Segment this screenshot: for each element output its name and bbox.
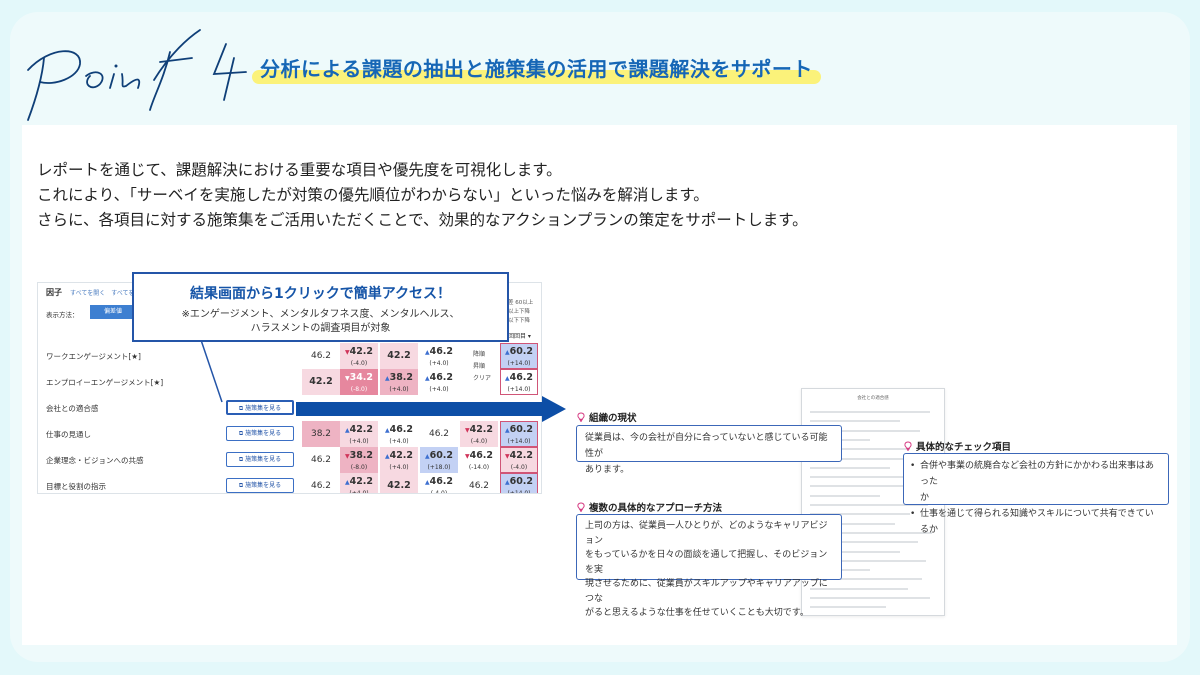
score-cell: 46.2 <box>428 429 450 439</box>
table-row: 仕事の見通し ⧉ 施策集を見る 38.2 ▲42.2 (+4.0) ▲46.2 (+4.0)… <box>38 421 541 447</box>
score-cell: ▲42.2 (+4.0) <box>340 473 378 493</box>
score-cell: ▼46.2 (-14.0) <box>464 450 494 472</box>
check-item-2: • 仕事を通じて得られる知識やスキルについて共有できているか <box>910 509 1154 535</box>
document-text-line <box>810 494 880 497</box>
approach-line-4: がると思えるような仕事を任せていくことも大切です。 <box>585 608 809 618</box>
access-callout: 結果画面から1クリックで簡単アクセス！ ※エンゲージメント、メンタルタフネス度、… <box>132 272 509 342</box>
table-row: 目標と役割の指示 ⧉ 施策集を見る 46.2 ▲42.2 (+4.0) 42.2 ▲46.2… <box>38 473 541 494</box>
approach-heading-text: 複数の具体的なアプローチ方法 <box>589 503 723 514</box>
document-text-line <box>810 411 930 413</box>
round-select[interactable]: 回回目 ▾ <box>508 331 531 340</box>
callout-sub-1: ※エンゲージメント、メンタルタフネス度、メンタルヘルス、 <box>181 309 460 320</box>
check-items-heading-text: 具体的なチェック項目 <box>916 442 1012 453</box>
score-cell: 46.2 <box>310 455 332 465</box>
score-cell: ▼38.2 (-8.0) <box>340 447 378 473</box>
view-measures-button[interactable]: ⧉ 施策集を見る <box>226 478 294 493</box>
score-cell: 38.2 <box>302 421 340 447</box>
check-items-heading: 具体的なチェック項目 <box>903 439 1011 453</box>
legend-note: 差 60以上 以上下降 以下下降 <box>508 300 534 324</box>
sort-option[interactable]: 昇順 <box>473 361 485 370</box>
score-cell: 42.2 <box>380 343 418 369</box>
document-text-line <box>810 420 900 423</box>
check-item-1-cont: か <box>920 493 930 503</box>
headline-text: 分析による課題の抽出と施策集の活用で課題解決をサポート <box>260 57 813 81</box>
check-item-1: • 合併や事業の統廃合など会社の方針にかかわる出来事はあった <box>910 461 1155 487</box>
factor-label: エンプロイーエンゲージメント[★] <box>46 378 164 387</box>
score-cell: ▲46.2 (+14.0) <box>500 369 538 395</box>
view-measures-button[interactable]: ⧉ 施策集を見る <box>226 400 294 415</box>
score-cell: ▲46.2 (+4.0) <box>424 346 454 368</box>
score-cell: ▲60.2 (+14.0) <box>500 421 538 447</box>
score-cell: 46.2 <box>468 481 490 491</box>
callout-sub-2: ハラスメントの調査項目が対象 <box>250 323 391 334</box>
approach-line-3: 現させるために、従業員がスキルアップやキャリアアップにつな <box>585 579 828 604</box>
view-measures-button[interactable]: ⧉ 施策集を見る <box>226 426 294 441</box>
check-items-bubble: • 合併や事業の統廃合など会社の方針にかかわる出来事はあった か • 仕事を通じて得… <box>903 453 1169 535</box>
document-title: 会社との適合感 <box>857 396 889 401</box>
score-cell: 46.2 <box>310 351 332 361</box>
callout-pointer-line <box>200 340 223 403</box>
check-item-1-text: 合併や事業の統廃合など会社の方針にかかわる出来事はあった <box>920 461 1155 487</box>
score-cell: 46.2 <box>310 481 332 491</box>
factor-label: ワークエンゲージメント[★] <box>46 352 141 361</box>
approach-bubble: 上司の方は、従業員一人ひとりが、どのようなキャリアビジョン をもっているかを日々… <box>576 514 842 618</box>
score-cell: ▼42.2 (-4.0) <box>340 343 378 369</box>
score-cell: ▲38.2 (+4.0) <box>380 369 418 395</box>
factor-label: 企業理念・ビジョンへの共感 <box>46 456 144 465</box>
intro-line-2: これにより、「サーベイを実施したが対策の優先順位がわからない」といった悩みを解消… <box>37 186 709 204</box>
approach-line-2: をもっているかを日々の面談を通して把握し、そのビジョンを実 <box>585 550 828 575</box>
approach-line-1: 上司の方は、従業員一人ひとりが、どのようなキャリアビジョン <box>585 521 828 546</box>
score-cell: ▲60.2 (+18.0) <box>420 447 458 473</box>
current-state-bubble: 従業員は、今の会社が自分に合っていないと感じている可能性が あります。 <box>576 425 842 475</box>
sort-option[interactable]: クリア <box>473 373 491 382</box>
lightbulb-icon <box>577 412 585 422</box>
score-cell: 42.2 <box>380 473 418 493</box>
table-row: 企業理念・ビジョンへの共感 ⧉ 施策集を見る 46.2 ▼38.2 (-8.0) ▲42.… <box>38 447 541 473</box>
score-cell: ▲42.2 (+4.0) <box>380 447 418 473</box>
document-text-line <box>810 485 905 488</box>
score-cell: ▲60.2 (+14.0) <box>500 343 538 369</box>
intro-line-3: さらに、各項目に対する施策集をご活用いただくことで、効果的なアクションプランの策… <box>37 211 808 229</box>
callout-title: 結果画面から1クリックで簡単アクセス！ <box>189 286 452 302</box>
check-item-2-text: 仕事を通じて得られる知識やスキルについて共有できているか <box>920 509 1154 535</box>
lightbulb-icon <box>904 441 912 451</box>
score-cell: ▼34.2 (-8.0) <box>340 369 378 395</box>
point-4-script-logo <box>27 29 247 121</box>
intro-line-1: レポートを通じて、課題解決における重要な項目や優先度を可視化します。 <box>37 161 562 179</box>
factor-label: 会社との適合感 <box>46 404 99 413</box>
table-title: 因子 <box>46 288 62 297</box>
approach-heading: 複数の具体的なアプローチ方法 <box>576 500 722 514</box>
score-cell: ▲46.2 (-4.0) <box>424 476 454 494</box>
expand-links[interactable]: すべてを開く すべてを閉 <box>70 288 140 297</box>
factor-label: 目標と役割の指示 <box>46 482 106 491</box>
display-mode-button[interactable]: 偏差値 <box>90 305 136 319</box>
intro-paragraph: レポートを通じて、課題解決における重要な項目や優先度を可視化します。 これにより… <box>37 158 808 233</box>
score-cell: ▼42.2 (-4.0) <box>460 421 498 447</box>
current-state-line-1: 従業員は、今の会社が自分に合っていないと感じている可能性が <box>585 433 828 459</box>
score-cell: ▲42.2 (+4.0) <box>340 421 378 447</box>
lightbulb-icon <box>577 502 585 512</box>
current-state-heading-text: 組織の現状 <box>589 413 637 424</box>
sort-option[interactable]: 降順 <box>473 349 485 358</box>
score-cell: 42.2 <box>302 369 340 395</box>
flow-arrow <box>296 396 566 422</box>
table-row: エンプロイーエンゲージメント[★] 42.2 ▼34.2 (-8.0) ▲38.2 (+4… <box>38 369 541 395</box>
score-cell: ▼42.2 (-4.0) <box>500 447 538 473</box>
display-mode-label: 表示方法： <box>46 311 79 319</box>
score-cell: ▲46.2 (+4.0) <box>424 372 454 394</box>
current-state-line-2: あります。 <box>585 465 630 475</box>
score-cell: ▲46.2 (+4.0) <box>384 424 414 446</box>
point-headline: 分析による課題の抽出と施策集の活用で課題解決をサポート <box>252 54 821 84</box>
current-state-heading: 組織の現状 <box>576 410 637 424</box>
view-measures-button[interactable]: ⧉ 施策集を見る <box>226 452 294 467</box>
score-cell: ▲60.2 (+14.0) <box>500 473 538 493</box>
factor-label: 仕事の見通し <box>46 430 91 439</box>
table-row: ワークエンゲージメント[★] 46.2 ▼42.2 (-4.0) 42.2 ▲46.2 (+… <box>38 343 541 369</box>
